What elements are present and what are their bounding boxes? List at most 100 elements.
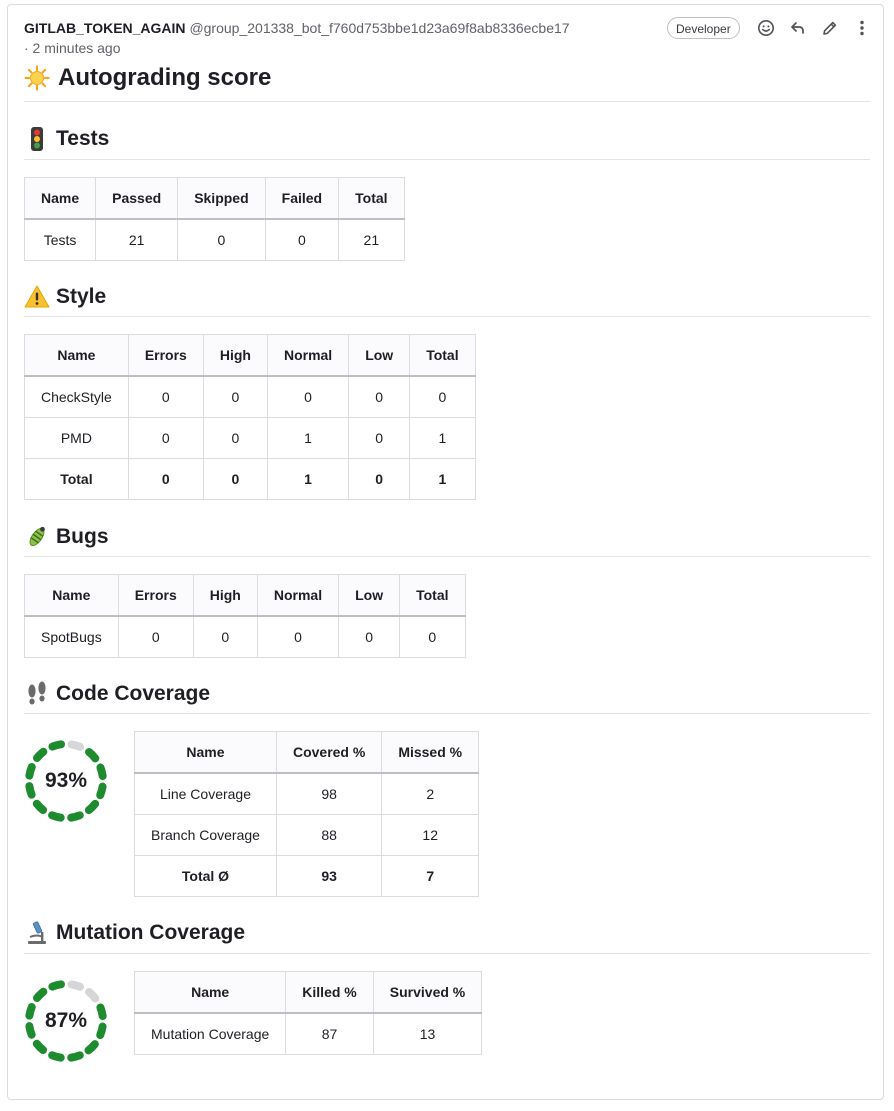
column-header: Errors — [117, 574, 194, 617]
column-header: Name — [24, 574, 119, 617]
column-header: Name — [133, 971, 287, 1014]
column-header: Covered % — [275, 731, 383, 774]
mutation-coverage-gauge: 87% — [23, 978, 109, 1064]
column-header: Survived % — [372, 971, 483, 1014]
bug-icon — [24, 524, 50, 550]
column-header: Passed — [95, 177, 179, 220]
column-header: Total — [338, 177, 405, 220]
reply-button[interactable] — [787, 17, 809, 39]
table-cell: 0 — [202, 417, 268, 459]
table-cell: Total Ø — [134, 855, 277, 897]
comment-timestamp[interactable]: · 2 minutes ago — [24, 40, 121, 56]
code-coverage-gauge: 93% — [23, 738, 109, 824]
mutation-coverage-table: Name Killed % Survived % Mutation Covera… — [133, 971, 483, 1055]
style-divider — [24, 316, 870, 317]
column-header: Name — [23, 177, 97, 220]
column-header: Killed % — [285, 971, 374, 1014]
style-heading: Style — [24, 284, 106, 310]
table-cell: Mutation Coverage — [133, 1012, 287, 1055]
table-cell: 0 — [348, 458, 411, 500]
mutation-coverage-score: 87% — [44, 1009, 88, 1032]
table-cell: 1 — [266, 458, 350, 500]
add-reaction-button[interactable] — [755, 17, 777, 39]
table-cell: 13 — [372, 1012, 483, 1055]
more-vertical-icon — [860, 20, 864, 36]
table-cell: 0 — [264, 218, 340, 261]
table-cell: PMD — [24, 417, 129, 459]
table-cell: 0 — [348, 375, 411, 418]
table-cell: 87 — [285, 1012, 374, 1055]
author-handle[interactable]: @group_201338_bot_f760d753bbe1d23a69f8ab… — [189, 20, 569, 36]
column-header: Missed % — [381, 731, 480, 774]
title-text: Autograding score — [58, 64, 272, 91]
comment-author[interactable]: GITLAB_TOKEN_AGAIN @group_201338_bot_f76… — [24, 20, 570, 36]
table-cell: Line Coverage — [134, 772, 277, 815]
table-cell: 12 — [381, 814, 480, 856]
bugs-heading: Bugs — [24, 524, 109, 550]
column-header: Errors — [127, 334, 204, 377]
table-header-row: Name Covered % Missed % — [134, 731, 480, 774]
table-header-row: Name Killed % Survived % — [133, 971, 483, 1014]
column-header: Skipped — [177, 177, 266, 220]
traffic-light-icon — [24, 126, 50, 152]
title-divider — [24, 101, 870, 102]
table-cell: 1 — [266, 417, 350, 459]
column-header: Name — [24, 334, 129, 377]
tests-heading-text: Tests — [56, 127, 110, 150]
column-header: Normal — [256, 574, 340, 617]
table-cell: 0 — [409, 375, 476, 418]
mutation-coverage-heading-text: Mutation Coverage — [56, 921, 246, 944]
table-cell: 0 — [177, 218, 266, 261]
column-header: Total — [409, 334, 476, 377]
column-header: Normal — [266, 334, 350, 377]
table-cell: 88 — [275, 814, 383, 856]
column-header: Low — [348, 334, 411, 377]
table-cell: 0 — [127, 417, 204, 459]
table-cell: 93 — [275, 855, 383, 897]
style-table: Name Errors High Normal Low Total CheckS… — [24, 334, 476, 500]
code-coverage-divider — [24, 713, 870, 714]
table-cell: 0 — [399, 615, 466, 658]
tests-divider — [24, 159, 870, 160]
tests-heading: Tests — [24, 126, 109, 152]
reply-icon — [791, 22, 804, 34]
tests-table: Name Passed Skipped Failed Total Tests 2… — [23, 177, 405, 261]
comment-card: GITLAB_TOKEN_AGAIN @group_201338_bot_f76… — [7, 4, 884, 1100]
table-total-row: Total Ø 93 7 — [134, 855, 480, 897]
table-cell: 0 — [127, 375, 204, 418]
author-name[interactable]: GITLAB_TOKEN_AGAIN — [24, 20, 186, 36]
code-coverage-heading: Code Coverage — [24, 681, 210, 707]
bugs-divider — [24, 556, 870, 557]
table-row: Line Coverage 98 2 — [134, 772, 480, 815]
table-cell: 0 — [266, 375, 350, 418]
table-cell: 1 — [409, 417, 476, 459]
role-badge: Developer — [667, 17, 740, 39]
smiley-icon — [758, 20, 774, 36]
table-cell: 0 — [117, 615, 194, 658]
table-row: PMD 0 0 1 0 1 — [24, 417, 476, 459]
table-cell: 0 — [348, 417, 411, 459]
more-actions-button[interactable] — [851, 17, 873, 39]
microscope-icon — [24, 920, 50, 946]
table-cell: 7 — [381, 855, 480, 897]
pencil-icon — [823, 21, 837, 35]
table-cell: Branch Coverage — [134, 814, 277, 856]
table-row: Branch Coverage 88 12 — [134, 814, 480, 856]
warning-icon — [24, 284, 50, 310]
table-cell: Tests — [23, 218, 97, 261]
table-cell: 0 — [202, 458, 268, 500]
column-header: Failed — [264, 177, 340, 220]
column-header: High — [202, 334, 268, 377]
table-cell: 98 — [275, 772, 383, 815]
sun-icon — [24, 65, 50, 91]
code-coverage-score: 93% — [44, 769, 88, 792]
column-header: Total — [399, 574, 466, 617]
table-cell: 0 — [338, 615, 401, 658]
edit-button[interactable] — [819, 17, 841, 39]
code-coverage-heading-text: Code Coverage — [56, 682, 211, 705]
mutation-coverage-divider — [24, 953, 870, 954]
column-header: Name — [134, 731, 277, 774]
table-cell: Total — [24, 458, 129, 500]
table-cell: 21 — [95, 218, 179, 261]
bugs-heading-text: Bugs — [56, 525, 109, 548]
